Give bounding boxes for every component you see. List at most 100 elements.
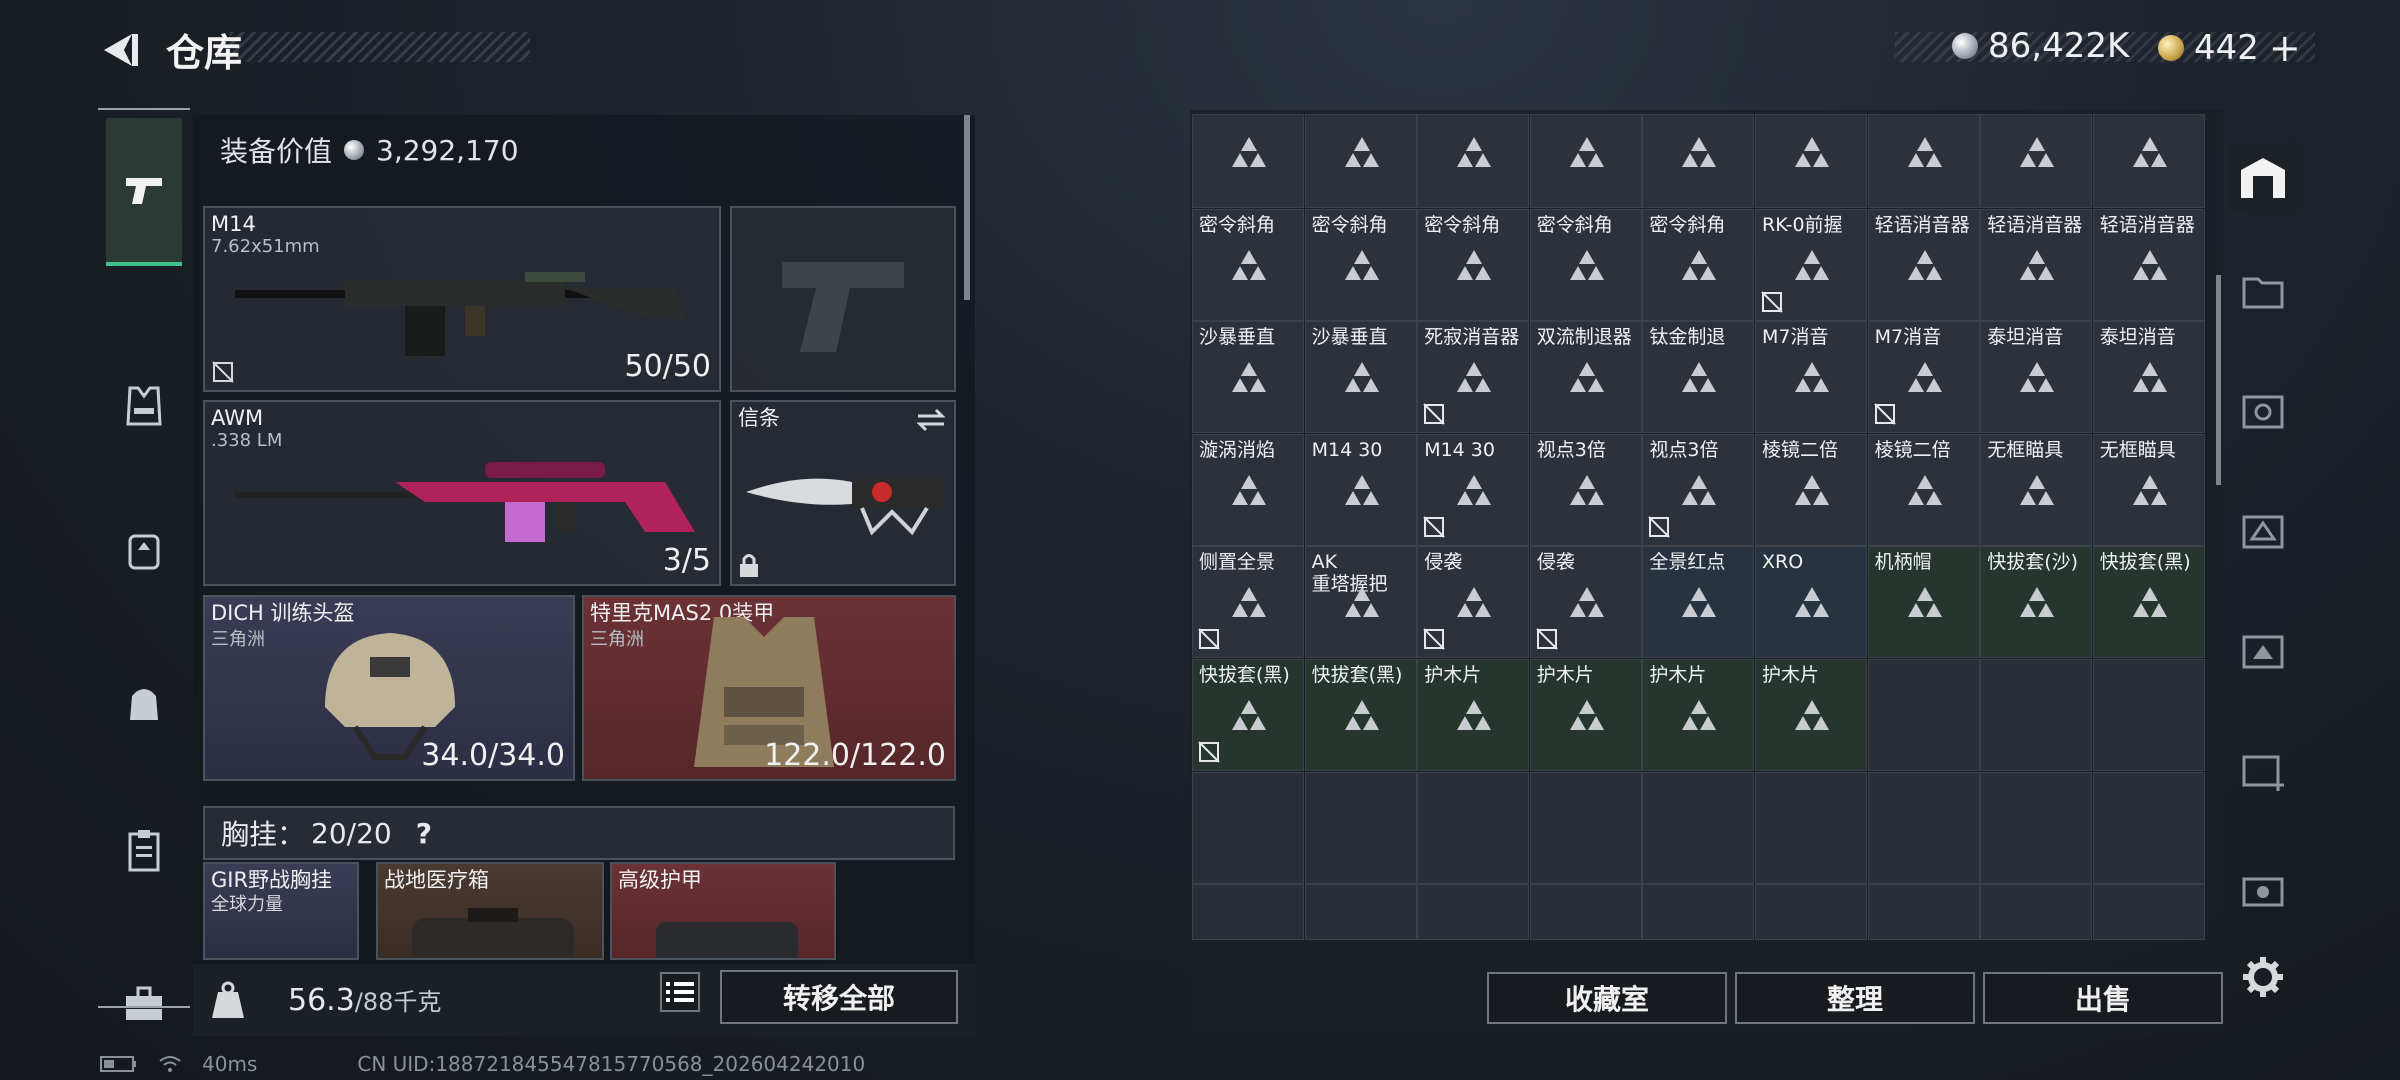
storage-scrollbar[interactable]: [2216, 275, 2221, 485]
empty-grid-cell[interactable]: [2092, 771, 2205, 884]
pistol-slot[interactable]: [730, 206, 956, 392]
storage-item[interactable]: 护木片: [1755, 659, 1867, 771]
storage-item[interactable]: 快拔套(黑): [2092, 546, 2205, 659]
storage-item[interactable]: [1529, 114, 1642, 208]
empty-grid-cell[interactable]: [1304, 771, 1417, 884]
storage-item[interactable]: M7消音: [1867, 321, 1980, 434]
storage-item[interactable]: 侵袭: [1417, 546, 1530, 659]
storage-item[interactable]: 死寂消音器: [1417, 321, 1530, 434]
storage-item[interactable]: M14 30: [1304, 433, 1417, 546]
armor-slot[interactable]: 特里克MAS2.0装甲 三角洲 122.0/122.0: [582, 595, 956, 781]
sort-button[interactable]: 整理: [1735, 972, 1975, 1024]
empty-grid-cell[interactable]: [1192, 771, 1304, 884]
nav-backpack[interactable]: [106, 512, 182, 588]
melee-slot[interactable]: 信条: [730, 400, 956, 586]
empty-grid-cell[interactable]: [1980, 884, 2093, 941]
chest-item[interactable]: GIR野战胸挂 全球力量: [203, 862, 359, 960]
empty-grid-cell[interactable]: [1755, 771, 1867, 884]
storage-item[interactable]: 沙暴垂直: [1304, 321, 1417, 434]
storage-item[interactable]: 密令斜角: [1417, 208, 1530, 321]
warehouse-tab[interactable]: [2228, 142, 2298, 212]
nav-loadout[interactable]: [106, 812, 182, 888]
empty-grid-cell[interactable]: [2092, 659, 2205, 771]
storage-item[interactable]: 棱镜二倍: [1755, 433, 1867, 546]
transfer-all-button[interactable]: 转移全部: [720, 970, 958, 1024]
nav-armor[interactable]: [106, 368, 182, 444]
empty-grid-cell[interactable]: [1980, 771, 2093, 884]
empty-grid-cell[interactable]: [1642, 771, 1755, 884]
storage-item[interactable]: 机柄帽: [1867, 546, 1980, 659]
storage-item[interactable]: 漩涡消焰: [1192, 433, 1304, 546]
storage-item[interactable]: [1417, 114, 1530, 208]
storage-item[interactable]: [1867, 114, 1980, 208]
empty-grid-cell[interactable]: [1980, 659, 2093, 771]
empty-grid-cell[interactable]: [1417, 771, 1530, 884]
nav-bag[interactable]: [106, 664, 182, 740]
storage-item[interactable]: 密令斜角: [1529, 208, 1642, 321]
storage-item[interactable]: 全景红点: [1642, 546, 1755, 659]
nav-weapons[interactable]: [106, 118, 182, 266]
expansion-slot-tab[interactable]: [2228, 616, 2298, 686]
storage-item[interactable]: 视点3倍: [1642, 433, 1755, 546]
add-currency-button[interactable]: +: [2269, 26, 2301, 70]
empty-grid-cell[interactable]: [1755, 884, 1867, 941]
collection-room-button[interactable]: 收藏室: [1487, 972, 1727, 1024]
empty-grid-cell[interactable]: [1304, 884, 1417, 941]
storage-item[interactable]: 沙暴垂直: [1192, 321, 1304, 434]
empty-grid-cell[interactable]: [1867, 884, 1980, 941]
storage-item[interactable]: 轻语消音器: [1867, 208, 1980, 321]
help-icon[interactable]: ?: [416, 817, 432, 850]
empty-grid-cell[interactable]: [1867, 659, 1980, 771]
storage-item[interactable]: 密令斜角: [1192, 208, 1304, 321]
storage-item[interactable]: 密令斜角: [1642, 208, 1755, 321]
empty-grid-cell[interactable]: [2092, 884, 2205, 941]
storage-item[interactable]: 轻语消音器: [1980, 208, 2093, 321]
expansion-slot-tab[interactable]: [2228, 256, 2298, 326]
storage-item[interactable]: M14 30: [1417, 433, 1530, 546]
empty-grid-cell[interactable]: [1529, 884, 1642, 941]
storage-item[interactable]: XRO: [1755, 546, 1867, 659]
storage-item[interactable]: 视点3倍: [1529, 433, 1642, 546]
nav-toolbox[interactable]: [106, 966, 182, 1042]
storage-item[interactable]: [1755, 114, 1867, 208]
sell-button[interactable]: 出售: [1983, 972, 2223, 1024]
storage-item[interactable]: [1980, 114, 2093, 208]
expansion-slot-tab[interactable]: [2228, 856, 2298, 926]
storage-item[interactable]: 侵袭: [1529, 546, 1642, 659]
storage-item[interactable]: [1642, 114, 1755, 208]
storage-item[interactable]: 护木片: [1417, 659, 1530, 771]
storage-item[interactable]: [2092, 114, 2205, 208]
secondary-weapon-slot[interactable]: AWM .338 LM 3/5: [203, 400, 721, 586]
storage-item[interactable]: 密令斜角: [1304, 208, 1417, 321]
back-arrow-icon[interactable]: [96, 28, 140, 72]
swap-icon[interactable]: [916, 408, 946, 432]
storage-item[interactable]: 双流制退器: [1529, 321, 1642, 434]
list-view-button[interactable]: [660, 972, 700, 1012]
helmet-slot[interactable]: DICH 训练头盔 三角洲 34.0/34.0: [203, 595, 575, 781]
storage-item[interactable]: 轻语消音器: [2092, 208, 2205, 321]
storage-item[interactable]: 棱镜二倍: [1867, 433, 1980, 546]
empty-grid-cell[interactable]: [1867, 771, 1980, 884]
empty-grid-cell[interactable]: [1529, 771, 1642, 884]
storage-item[interactable]: 侧置全景: [1192, 546, 1304, 659]
storage-item[interactable]: 快拔套(黑): [1304, 659, 1417, 771]
storage-item[interactable]: M7消音: [1755, 321, 1867, 434]
storage-item[interactable]: 快拔套(黑): [1192, 659, 1304, 771]
empty-grid-cell[interactable]: [1417, 884, 1530, 941]
primary-weapon-slot[interactable]: M14 7.62x51mm 50/50: [203, 206, 721, 392]
storage-item[interactable]: [1192, 114, 1304, 208]
storage-item[interactable]: RK-0前握: [1755, 208, 1867, 321]
storage-item[interactable]: 泰坦消音: [1980, 321, 2093, 434]
storage-item[interactable]: 快拔套(沙): [1980, 546, 2093, 659]
storage-item[interactable]: AK 重塔握把: [1304, 546, 1417, 659]
empty-grid-cell[interactable]: [1642, 884, 1755, 941]
expansion-slot-tab[interactable]: [2228, 496, 2298, 566]
storage-item[interactable]: 泰坦消音: [2092, 321, 2205, 434]
storage-item[interactable]: 钛金制退: [1642, 321, 1755, 434]
empty-grid-cell[interactable]: [1192, 884, 1304, 941]
storage-item[interactable]: 无框瞄具: [2092, 433, 2205, 546]
expansion-slot-tab[interactable]: [2228, 376, 2298, 446]
chest-item[interactable]: 战地医疗箱: [376, 862, 604, 960]
chest-item[interactable]: 高级护甲: [610, 862, 836, 960]
storage-item[interactable]: 护木片: [1529, 659, 1642, 771]
